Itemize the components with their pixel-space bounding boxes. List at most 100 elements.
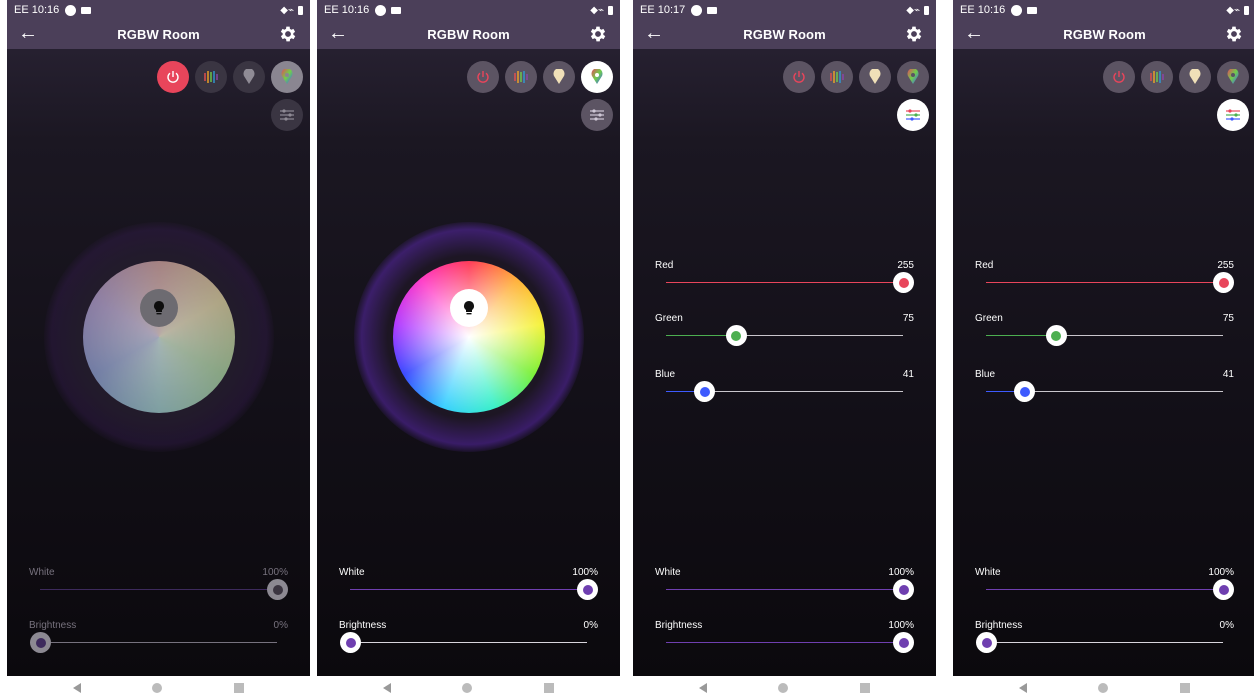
nav-home-icon[interactable] <box>1098 683 1109 693</box>
filter-sliders-icon <box>1226 109 1240 121</box>
nav-back-icon[interactable] <box>1018 683 1027 693</box>
white-slider-thumb[interactable] <box>1213 579 1234 600</box>
green-slider-thumb[interactable] <box>725 325 747 346</box>
nav-recents-icon[interactable] <box>860 683 871 693</box>
nav-back-icon[interactable] <box>698 683 707 693</box>
gear-icon[interactable] <box>1224 24 1244 44</box>
green-slider-track[interactable] <box>986 325 1223 346</box>
android-nav-bar <box>7 676 310 700</box>
brightness-slider-track[interactable] <box>976 632 1223 653</box>
status-icons: ◆⌁ <box>590 5 613 16</box>
white-slider-thumb[interactable] <box>893 579 914 600</box>
scene-mode-button[interactable] <box>859 61 891 93</box>
music-mode-button[interactable] <box>195 61 227 93</box>
scene-mode-button[interactable] <box>233 61 265 93</box>
phone-screen-4: EE 10:16 ◆⌁ ← RGBW Room Red 255 Green 75… <box>953 0 1254 676</box>
red-slider-thumb[interactable] <box>893 272 914 293</box>
nav-back-icon[interactable] <box>382 683 391 693</box>
back-arrow-icon[interactable]: ← <box>644 23 664 43</box>
back-arrow-icon[interactable]: ← <box>18 23 38 43</box>
nav-recents-icon[interactable] <box>1180 683 1191 693</box>
blue-slider-thumb[interactable] <box>694 381 716 402</box>
nav-home-icon[interactable] <box>462 683 473 693</box>
blue-value: 41 <box>902 369 914 380</box>
color-wheel-container <box>43 222 274 452</box>
screenshot-collage: EE 10:16 ◆⌁ ← RGBW Room White 100% Brigh… <box>0 0 1254 700</box>
music-mode-button[interactable] <box>1141 61 1173 93</box>
brightness-slider-track[interactable] <box>340 632 587 653</box>
scene-mode-button[interactable] <box>543 61 575 93</box>
red-slider-track[interactable] <box>986 272 1234 293</box>
gear-icon[interactable] <box>904 24 924 44</box>
mode-selector <box>467 61 613 93</box>
filter-button[interactable] <box>897 99 929 131</box>
music-mode-button[interactable] <box>505 61 537 93</box>
white-value: 100% <box>262 567 288 578</box>
phone-screen-2: EE 10:16 ◆⌁ ← RGBW Room White 100% Brigh… <box>317 0 620 676</box>
brightness-slider-thumb[interactable] <box>893 632 914 653</box>
filter-button[interactable] <box>581 99 613 131</box>
music-mode-button[interactable] <box>821 61 853 93</box>
nav-home-icon[interactable] <box>152 683 163 693</box>
brightness-slider-track[interactable] <box>666 632 914 653</box>
power-button[interactable] <box>783 61 815 93</box>
status-icons: ◆⌁ <box>280 5 303 16</box>
white-slider-fill <box>350 589 587 590</box>
gear-icon[interactable] <box>278 24 298 44</box>
brightness-slider-thumb[interactable] <box>976 632 997 653</box>
filter-button[interactable] <box>1217 99 1249 131</box>
green-slider-track[interactable] <box>666 325 903 346</box>
blue-label: Blue <box>655 369 676 380</box>
color-mode-button[interactable] <box>271 61 303 93</box>
white-slider-track[interactable] <box>40 579 288 600</box>
power-button[interactable] <box>1103 61 1135 93</box>
gear-icon[interactable] <box>588 24 608 44</box>
notification-dot-icon <box>375 4 387 16</box>
filter-button[interactable] <box>271 99 303 131</box>
color-mode-button[interactable] <box>897 61 929 93</box>
power-button[interactable] <box>467 61 499 93</box>
status-bar: EE 10:17 ◆⌁ <box>633 0 936 20</box>
color-mode-button[interactable] <box>1217 61 1249 93</box>
bulb-icon <box>463 301 474 315</box>
white-slider-thumb[interactable] <box>577 579 598 600</box>
app-bar: ← RGBW Room <box>317 20 620 49</box>
back-arrow-icon[interactable]: ← <box>328 23 348 43</box>
white-slider-track[interactable] <box>986 579 1234 600</box>
message-icon <box>81 6 92 14</box>
red-slider-thumb[interactable] <box>1213 272 1234 293</box>
white-slider-fill <box>986 589 1223 590</box>
nav-back-icon[interactable] <box>72 683 81 693</box>
back-arrow-icon[interactable]: ← <box>964 23 984 43</box>
nav-recents-icon[interactable] <box>544 683 555 693</box>
blue-slider-track[interactable] <box>986 381 1223 402</box>
blue-slider-track[interactable] <box>666 381 903 402</box>
nav-home-icon[interactable] <box>778 683 789 693</box>
color-mode-button[interactable] <box>581 61 613 93</box>
color-wheel[interactable] <box>392 261 545 413</box>
nav-recents-icon[interactable] <box>234 683 245 693</box>
music-spectrum-icon <box>830 71 844 83</box>
red-slider-track[interactable] <box>666 272 914 293</box>
brightness-label: Brightness <box>655 620 703 631</box>
bulb-handle[interactable] <box>449 289 488 328</box>
bulb-icon <box>153 301 164 315</box>
brightness-slider-thumb[interactable] <box>340 632 361 653</box>
color-wheel[interactable] <box>82 261 235 413</box>
scene-mode-button[interactable] <box>1179 61 1211 93</box>
brightness-slider-thumb[interactable] <box>30 632 51 653</box>
android-nav-bar <box>633 676 936 700</box>
green-value: 75 <box>902 313 914 324</box>
white-slider-thumb[interactable] <box>267 579 288 600</box>
blue-slider-thumb[interactable] <box>1014 381 1036 402</box>
notification-dot-icon <box>65 4 77 16</box>
bulb-handle[interactable] <box>139 289 178 328</box>
green-slider-thumb[interactable] <box>1045 325 1067 346</box>
power-button[interactable] <box>157 61 189 93</box>
phone-screen-3: EE 10:17 ◆⌁ ← RGBW Room Red 255 Green 75… <box>633 0 936 676</box>
brightness-slider-track[interactable] <box>30 632 277 653</box>
white-slider-track[interactable] <box>350 579 598 600</box>
message-icon <box>1027 6 1038 14</box>
white-slider-track[interactable] <box>666 579 914 600</box>
scene-drop-icon <box>243 69 255 84</box>
